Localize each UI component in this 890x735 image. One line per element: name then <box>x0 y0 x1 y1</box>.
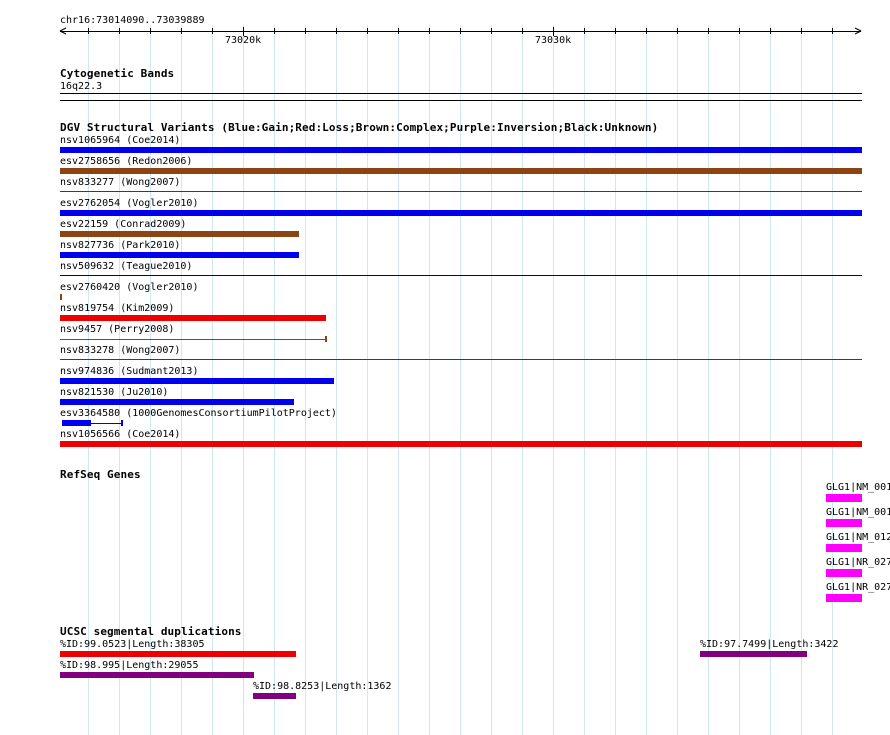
ruler-minor-tick <box>832 28 833 34</box>
cytoband-outline-bottom <box>60 100 862 101</box>
dgv-feature-bar[interactable] <box>60 339 326 340</box>
dgv-feature-label[interactable]: esv2760420 (Vogler2010) <box>60 282 198 293</box>
dgv-feature-connector <box>91 423 122 424</box>
ruler-minor-tick <box>429 28 430 34</box>
gene-bar[interactable] <box>826 594 862 602</box>
ruler-minor-tick <box>181 28 182 34</box>
ruler-minor-tick <box>88 28 89 34</box>
dgv-feature-bar[interactable] <box>60 275 862 276</box>
dgv-feature-bar[interactable] <box>121 420 123 426</box>
ruler-minor-tick <box>801 28 802 34</box>
dgv-feature-label[interactable]: nsv833278 (Wong2007) <box>60 345 180 356</box>
grid-line <box>739 25 740 735</box>
ruler-minor-tick <box>212 28 213 34</box>
dgv-feature-bar[interactable] <box>60 378 334 384</box>
grid-line <box>770 25 771 735</box>
ruler-minor-tick <box>336 28 337 34</box>
dgv-feature-bar[interactable] <box>60 252 299 258</box>
gene-label[interactable]: GLG1|NM_012 <box>826 532 890 543</box>
gene-bar[interactable] <box>826 519 862 527</box>
dgv-feature-label[interactable]: nsv833277 (Wong2007) <box>60 177 180 188</box>
dgv-feature-label[interactable]: esv22159 (Conrad2009) <box>60 219 186 230</box>
gene-bar[interactable] <box>826 494 862 502</box>
segdup-label[interactable]: %ID:98.995|Length:29055 <box>60 660 198 671</box>
ruler-minor-tick <box>460 28 461 34</box>
dgv-feature-label[interactable]: nsv827736 (Park2010) <box>60 240 180 251</box>
dgv-feature-label[interactable]: nsv819754 (Kim2009) <box>60 303 174 314</box>
ruler-minor-tick <box>367 28 368 34</box>
grid-line <box>677 25 678 735</box>
gene-bar[interactable] <box>826 544 862 552</box>
dgv-feature-bar[interactable] <box>60 210 862 216</box>
dgv-feature-label[interactable]: nsv821530 (Ju2010) <box>60 387 168 398</box>
dgv-feature-bar[interactable] <box>60 231 299 237</box>
dgv-feature-label[interactable]: nsv509632 (Teague2010) <box>60 261 192 272</box>
ruler-minor-tick <box>274 28 275 34</box>
dgv-feature-label[interactable]: esv2762054 (Vogler2010) <box>60 198 198 209</box>
dgv-feature-bar[interactable] <box>60 441 862 447</box>
dgv-feature-label[interactable]: nsv974836 (Sudmant2013) <box>60 366 198 377</box>
ruler-minor-tick <box>739 28 740 34</box>
dgv-feature-label[interactable]: nsv9457 (Perry2008) <box>60 324 174 335</box>
ruler-minor-tick <box>584 28 585 34</box>
dgv-feature-label[interactable]: esv2758656 (Redon2006) <box>60 156 192 167</box>
gene-label[interactable]: GLG1|NM_001 <box>826 507 890 518</box>
dgv-feature-label[interactable]: esv3364580 (1000GenomesConsortiumPilotPr… <box>60 408 337 419</box>
segdup-bar[interactable] <box>253 693 296 699</box>
segdup-label[interactable]: %ID:99.0523|Length:38305 <box>60 639 205 650</box>
dgv-feature-bar[interactable] <box>60 399 294 405</box>
dgv-feature-bar[interactable] <box>60 294 62 300</box>
ruler-tick-label: 73030k <box>535 35 572 46</box>
track-title: UCSC segmental duplications <box>60 625 242 638</box>
dgv-feature-label[interactable]: nsv1065964 (Coe2014) <box>60 135 180 146</box>
dgv-feature-end-tick <box>325 336 327 342</box>
dgv-feature-label[interactable]: nsv1056566 (Coe2014) <box>60 429 180 440</box>
ruler-minor-tick <box>150 28 151 34</box>
segdup-bar[interactable] <box>60 651 296 657</box>
track-title: RefSeq Genes <box>60 468 141 481</box>
ruler-minor-tick <box>677 28 678 34</box>
genome-browser-view: chr16:73014090..73039889 73020k 73030k C… <box>0 0 890 735</box>
gene-label[interactable]: GLG1|NR_027 <box>826 557 890 568</box>
cytoband-outline-top <box>60 93 862 94</box>
ruler-minor-tick <box>491 28 492 34</box>
ruler-minor-tick <box>646 28 647 34</box>
segdup-label[interactable]: %ID:97.7499|Length:3422 <box>700 639 838 650</box>
ruler-minor-tick <box>119 28 120 34</box>
gene-label[interactable]: GLG1|NM_001 <box>826 482 890 493</box>
track-title: Cytogenetic Bands <box>60 67 175 80</box>
ruler-minor-tick <box>615 28 616 34</box>
dgv-feature-bar[interactable] <box>60 191 862 192</box>
segdup-bar[interactable] <box>700 651 807 657</box>
dgv-feature-bar[interactable] <box>60 168 862 174</box>
ruler-minor-tick <box>305 28 306 34</box>
ruler-minor-tick <box>770 28 771 34</box>
dgv-feature-bar[interactable] <box>60 315 326 321</box>
dgv-feature-bar[interactable] <box>60 359 862 360</box>
gene-bar[interactable] <box>826 569 862 577</box>
dgv-feature-bar[interactable] <box>60 147 862 153</box>
ruler-tick-label: 73020k <box>225 35 262 46</box>
cytoband-label: 16q22.3 <box>60 81 103 92</box>
grid-line <box>801 25 802 735</box>
gene-label[interactable]: GLG1|NR_027 <box>826 582 890 593</box>
track-title: DGV Structural Variants (Blue:Gain;Red:L… <box>60 121 659 134</box>
grid-line <box>708 25 709 735</box>
ruler-minor-tick <box>708 28 709 34</box>
dgv-feature-bar[interactable] <box>62 420 91 426</box>
ruler-minor-tick <box>522 28 523 34</box>
segdup-label[interactable]: %ID:98.8253|Length:1362 <box>253 681 391 692</box>
grid-line <box>832 25 833 735</box>
ruler-arrows <box>59 27 862 35</box>
segdup-bar[interactable] <box>60 672 254 678</box>
ruler-minor-tick <box>398 28 399 34</box>
